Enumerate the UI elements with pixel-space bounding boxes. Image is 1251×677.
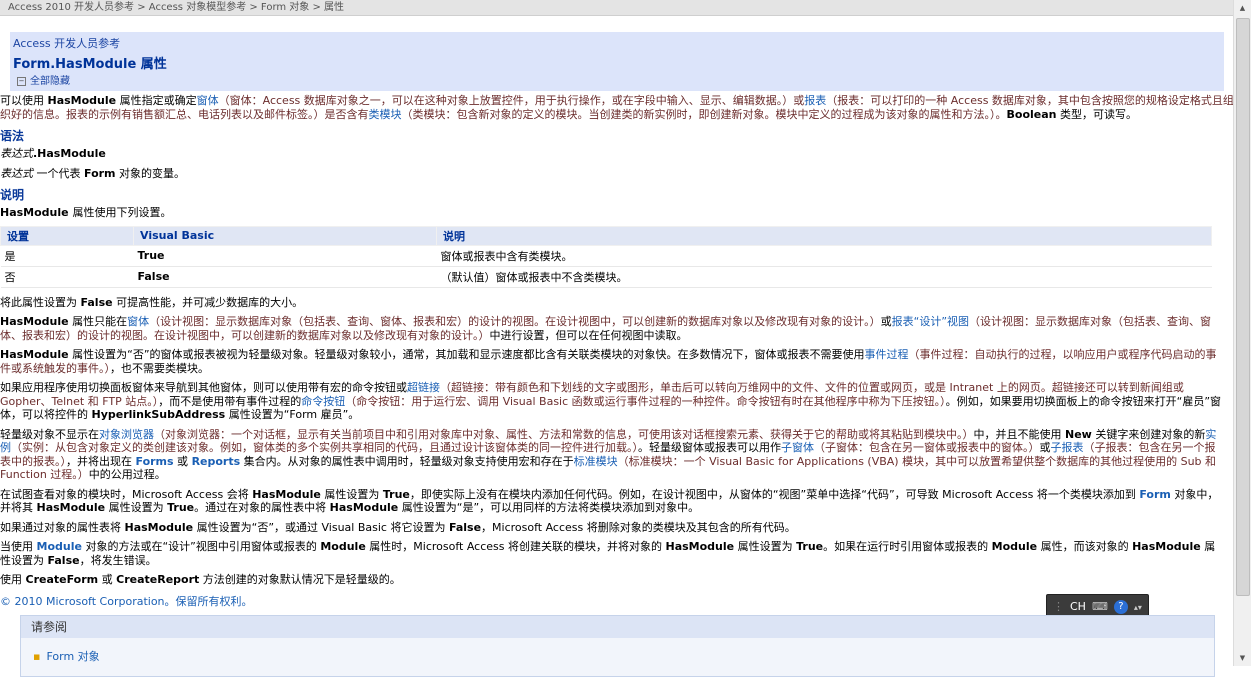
- copyright-link[interactable]: © 2010 Microsoft Corporation。保留所有权利。: [0, 593, 1224, 609]
- hyperlink-link[interactable]: 超链接: [407, 381, 440, 394]
- bullet-icon: ▪: [33, 650, 41, 663]
- paragraph-6: 在试图查看对象的模块时，Microsoft Access 会将 HasModul…: [0, 487, 1219, 515]
- reports-link[interactable]: Reports: [192, 455, 241, 468]
- breadcrumb-bar: Access 2010 开发人员参考 > Access 对象模型参考 > For…: [0, 0, 1251, 16]
- collapse-all-label: 全部隐藏: [30, 76, 70, 87]
- class-module-link[interactable]: 类模块: [369, 108, 402, 121]
- main-content: Access 开发人员参考 Form.HasModule 属性 − 全部隐藏 可以…: [0, 32, 1234, 609]
- paragraph-8: 当使用 Module 对象的方法或在“设计”视图中引用窗体或报表的 Module…: [0, 540, 1216, 567]
- syntax-line: 表达式.HasModule: [0, 147, 106, 160]
- scroll-up-icon[interactable]: ▲: [1234, 0, 1251, 16]
- reference-link[interactable]: Access 开发人员参考: [13, 35, 1221, 51]
- form-design-link[interactable]: 窗体: [127, 315, 149, 328]
- forms-link[interactable]: Forms: [136, 455, 174, 468]
- help-icon[interactable]: ?: [1113, 600, 1128, 614]
- page-header: Access 开发人员参考 Form.HasModule 属性 − 全部隐藏: [10, 32, 1224, 91]
- paragraph-5: 轻量级对象不显示在对象浏览器（对象浏览器：一个对话框，显示有关当前项目中和引用对…: [0, 427, 1217, 482]
- table-row: 是 True 窗体或报表中含有类模块。: [0, 245, 1212, 267]
- remarks-heading: 说明: [0, 188, 25, 202]
- body-section: 语法 表达式.HasModule 表达式 一个代表 Form 对象的变量。 说明…: [0, 127, 1224, 609]
- paragraph-9: 使用 CreateForm 或 CreateReport 方法创建的对象默认情况…: [0, 573, 401, 586]
- see-also-panel: 请参阅 ▪ Form 对象: [20, 615, 1215, 677]
- see-also-heading: 请参阅: [21, 616, 1214, 638]
- collapse-all-toggle[interactable]: − 全部隐藏: [17, 72, 1221, 87]
- syntax-heading: 语法: [0, 129, 25, 143]
- breadcrumb[interactable]: Access 2010 开发人员参考 > Access 对象模型参考 > For…: [8, 2, 344, 13]
- object-browser-link[interactable]: 对象浏览器: [99, 428, 154, 441]
- table-header: Visual Basic: [133, 225, 437, 246]
- report-design-link[interactable]: 报表“设计”视图: [892, 315, 969, 328]
- intro-paragraph: 可以使用 HasModule 属性指定或确定窗体（窗体：Access 数据库对象…: [0, 94, 1234, 121]
- paragraph-1: 将此属性设置为 False 可提高性能，并可减少数据库的大小。: [0, 295, 304, 309]
- table-header: 设置: [0, 225, 134, 246]
- subform-link[interactable]: 子窗体: [781, 441, 814, 454]
- report-link[interactable]: 报表: [804, 94, 826, 107]
- paragraph-2: HasModule 属性只能在窗体（设计视图：显示数据库对象（包括表、查询、窗体…: [0, 315, 1212, 342]
- module-object-link[interactable]: Module: [37, 540, 82, 553]
- collapse-icon: −: [17, 76, 26, 86]
- command-button-link[interactable]: 命令按钮: [301, 395, 345, 408]
- remarks-line: HasModule 属性使用下列设置。: [0, 206, 172, 219]
- event-procedure-link[interactable]: 事件过程: [865, 348, 909, 361]
- standard-module-link[interactable]: 标准模块: [574, 455, 618, 468]
- scroll-down-icon[interactable]: ▼: [1234, 650, 1251, 666]
- see-also-form-object-link[interactable]: ▪ Form 对象: [33, 648, 1214, 664]
- paragraph-7: 如果通过对象的属性表将 HasModule 属性设置为“否”，或通过 Visua…: [0, 520, 796, 534]
- scroll-thumb[interactable]: [1236, 18, 1250, 596]
- paragraph-4: 如果应用程序使用切换面板窗体来导航到其他窗体，则可以使用带有宏的命令按钮或超链接…: [0, 381, 1222, 421]
- table-header: 说明: [436, 225, 1212, 246]
- form-object-link[interactable]: Form: [1139, 488, 1171, 501]
- settings-table: 设置 Visual Basic 说明 是 True 窗体或报表中含有类模块。 否…: [0, 225, 1212, 288]
- form-link[interactable]: 窗体: [197, 94, 219, 107]
- table-row: 否 False （默认值）窗体或报表中不含类模块。: [0, 266, 1212, 288]
- page-title: Form.HasModule 属性: [13, 57, 167, 72]
- vertical-scrollbar[interactable]: ▲ ▼: [1233, 0, 1251, 666]
- subreport-link[interactable]: 子报表: [1051, 441, 1084, 454]
- paragraph-3: HasModule 属性设置为“否”的窗体或报表被视为轻量级对象。轻量级对象较小…: [0, 348, 1217, 375]
- syntax-param: 表达式 一个代表 Form 对象的变量。: [0, 166, 186, 180]
